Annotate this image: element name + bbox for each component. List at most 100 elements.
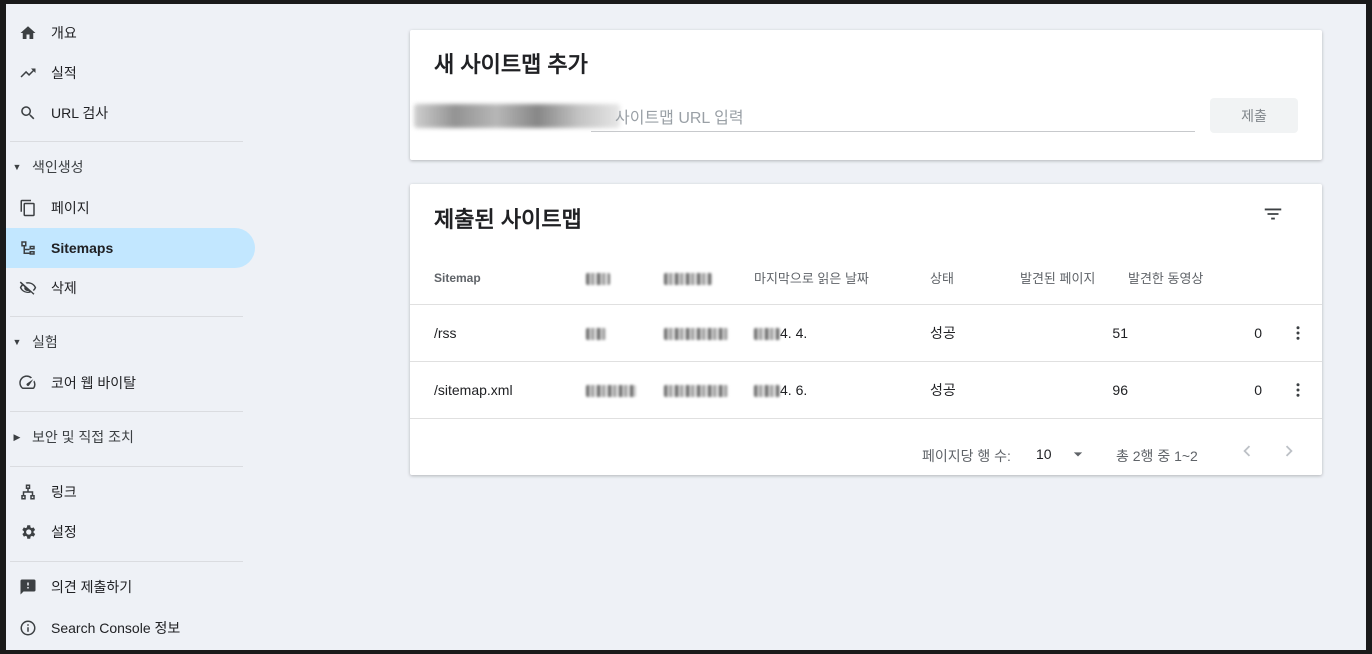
add-sitemap-title: 새 사이트맵 추가 xyxy=(434,52,588,77)
feedback-icon xyxy=(18,577,38,597)
trending-up-icon xyxy=(18,63,38,83)
dropdown-arrow-icon xyxy=(1073,452,1083,457)
cell-videos: 0 xyxy=(1128,304,1262,362)
redacted-text xyxy=(664,384,728,397)
cell-pages: 51 xyxy=(1020,304,1128,362)
cell-last-read-value: 4. 4. xyxy=(780,324,808,341)
chevron-left-icon xyxy=(1243,445,1251,457)
sidebar-item-overview[interactable]: 개요 xyxy=(6,13,255,53)
sidebar-divider xyxy=(10,411,243,412)
filter-list-icon xyxy=(1264,208,1282,220)
sidebar-divider xyxy=(10,316,243,317)
cell-actions xyxy=(1262,361,1322,419)
property-url-prefix xyxy=(414,104,620,128)
sidebar-item-performance[interactable]: 실적 xyxy=(6,53,255,93)
search-console-window: 개요 실적 URL 검사 ▼ 색인생성 페이지 Sitemaps 삭제 ▼ 실험… xyxy=(6,4,1366,650)
cell-status: 성공 xyxy=(930,361,1020,419)
rows-per-page-label: 페이지당 행 수: xyxy=(922,448,1011,464)
sitemap-icon xyxy=(18,238,38,258)
cell-sitemap[interactable]: /sitemap.xml xyxy=(410,361,586,419)
pagination-range: 총 2행 중 1~2 xyxy=(1116,448,1198,464)
sidebar-item-label: URL 검사 xyxy=(51,105,109,121)
redacted-text xyxy=(586,327,606,340)
sidebar-item-label: 설정 xyxy=(51,524,77,540)
visibility-off-icon xyxy=(18,278,38,298)
filter-button[interactable] xyxy=(1259,200,1287,228)
cell-last-read: 4. 6. xyxy=(754,361,930,419)
search-icon xyxy=(18,103,38,123)
links-icon xyxy=(18,482,38,502)
sidebar-item-label: 개요 xyxy=(51,25,77,41)
submit-button[interactable]: 제출 xyxy=(1210,98,1298,133)
section-experience-toggle[interactable]: ▼ 실험 xyxy=(6,327,246,357)
sidebar-item-label: 페이지 xyxy=(51,200,90,216)
rows-per-page-value: 10 xyxy=(1036,446,1052,462)
cell-actions xyxy=(1262,304,1322,362)
sidebar-item-pages[interactable]: 페이지 xyxy=(6,188,255,228)
col-submitted[interactable] xyxy=(664,252,754,305)
col-status[interactable]: 상태 xyxy=(930,252,1020,305)
section-security-toggle[interactable]: ▶ 보안 및 직접 조치 xyxy=(6,422,246,452)
sidebar-divider xyxy=(10,466,243,467)
table-row[interactable]: /sitemap.xml 4. 6. 성공 96 0 xyxy=(410,361,1322,419)
redacted-text xyxy=(586,384,636,397)
section-label: 보안 및 직접 조치 xyxy=(32,429,134,445)
col-type[interactable] xyxy=(586,252,664,305)
settings-gear-icon xyxy=(18,522,38,542)
redacted-text xyxy=(664,272,712,285)
cell-last-read-value: 4. 6. xyxy=(780,381,808,398)
section-label: 색인생성 xyxy=(32,159,84,175)
cell-pages: 96 xyxy=(1020,361,1128,419)
sidebar-item-label: 의견 제출하기 xyxy=(51,579,133,595)
more-vert-icon xyxy=(1296,382,1300,397)
col-last-read[interactable]: 마지막으로 읽은 날짜 xyxy=(754,252,930,305)
section-label: 실험 xyxy=(32,334,58,350)
cell-last-read: 4. 4. xyxy=(754,304,930,362)
col-discovered-videos[interactable]: 발견한 동영상 xyxy=(1128,252,1262,305)
section-indexing-toggle[interactable]: ▼ 색인생성 xyxy=(6,152,246,182)
cell-submitted xyxy=(664,304,754,362)
sidebar-item-links[interactable]: 링크 xyxy=(6,472,255,512)
rows-per-page-select[interactable]: 10 xyxy=(1036,442,1088,466)
add-sitemap-card: 새 사이트맵 추가 제출 xyxy=(410,30,1322,160)
table-row[interactable]: /rss 4. 4. 성공 51 0 xyxy=(410,304,1322,362)
more-options-button[interactable] xyxy=(1286,321,1310,345)
sidebar-divider xyxy=(10,141,243,142)
sidebar-item-feedback[interactable]: 의견 제출하기 xyxy=(6,567,255,607)
submitted-sitemaps-card: 제출된 사이트맵 Sitemap 마지막으로 읽은 날짜 상태 발견된 페이지 … xyxy=(410,184,1322,475)
cell-status: 성공 xyxy=(930,304,1020,362)
cell-videos: 0 xyxy=(1128,361,1262,419)
sidebar-item-label: 코어 웹 바이탈 xyxy=(51,375,137,391)
redacted-text xyxy=(664,327,728,340)
submitted-sitemaps-title: 제출된 사이트맵 xyxy=(434,207,582,232)
next-page-button[interactable] xyxy=(1278,440,1302,464)
caret-down-icon: ▼ xyxy=(12,337,22,347)
prev-page-button[interactable] xyxy=(1236,440,1260,464)
redacted-text xyxy=(586,272,610,285)
redacted-text xyxy=(754,327,780,340)
table-pagination: 페이지당 행 수: 10 총 2행 중 1~2 xyxy=(410,434,1322,474)
speed-gauge-icon xyxy=(18,373,38,393)
col-sitemap[interactable]: Sitemap xyxy=(410,252,586,305)
sitemaps-table: Sitemap 마지막으로 읽은 날짜 상태 발견된 페이지 발견한 동영상 /… xyxy=(410,252,1322,419)
sidebar-item-sitemaps[interactable]: Sitemaps xyxy=(6,228,255,268)
col-last-read-label: 마지막으로 읽은 날짜 xyxy=(754,271,869,287)
table-header-row: Sitemap 마지막으로 읽은 날짜 상태 발견된 페이지 발견한 동영상 xyxy=(410,252,1322,305)
sidebar-item-settings[interactable]: 설정 xyxy=(6,512,255,552)
col-discovered-pages[interactable]: 발견된 페이지 xyxy=(1020,252,1128,305)
sitemap-url-input[interactable] xyxy=(591,108,1195,130)
sidebar-item-label: Sitemaps xyxy=(51,240,114,256)
info-icon xyxy=(18,618,38,638)
sidebar-item-core-web-vitals[interactable]: 코어 웹 바이탈 xyxy=(6,363,255,403)
sidebar-item-url-inspection[interactable]: URL 검사 xyxy=(6,93,255,133)
sidebar: 개요 실적 URL 검사 ▼ 색인생성 페이지 Sitemaps 삭제 ▼ 실험… xyxy=(6,4,262,650)
cell-sitemap[interactable]: /rss xyxy=(410,304,586,362)
redacted-text xyxy=(754,384,780,397)
more-options-button[interactable] xyxy=(1286,378,1310,402)
cell-type xyxy=(586,361,664,419)
sidebar-item-removals[interactable]: 삭제 xyxy=(6,268,255,308)
sidebar-item-about[interactable]: Search Console 정보 xyxy=(6,608,255,648)
chevron-right-icon xyxy=(1285,445,1293,457)
caret-down-icon: ▼ xyxy=(12,162,22,172)
cell-type xyxy=(586,304,664,362)
